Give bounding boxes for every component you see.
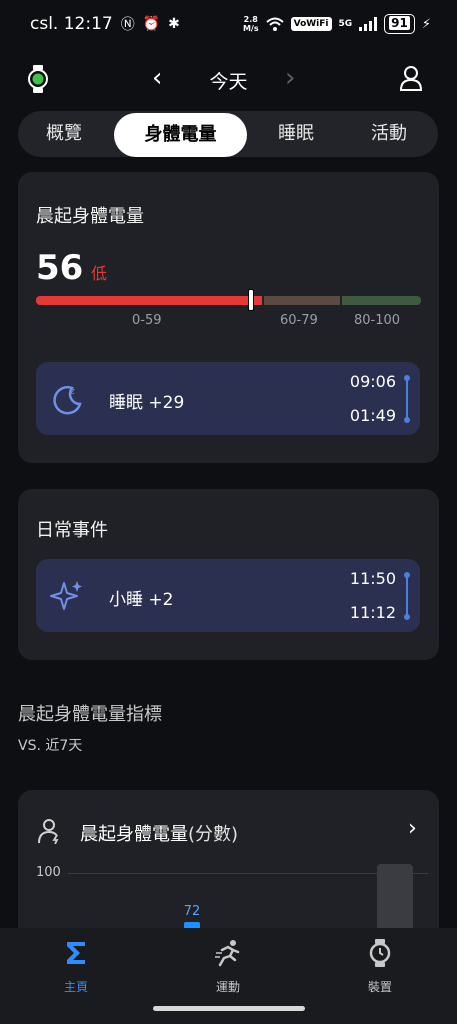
tab-overview[interactable]: 概覽 [18, 111, 110, 157]
range-label-low: 0-59 [132, 313, 162, 328]
sleep-end-time: 09:06 [349, 372, 396, 391]
nfc-icon: Ⓝ [120, 17, 135, 33]
profile-icon[interactable] [399, 65, 423, 91]
nav-home-label: 主頁 [63, 980, 88, 994]
section-title: 晨起身體電量指標 [18, 704, 162, 725]
bar-value-label: 72 [183, 904, 201, 919]
time-range-line [404, 375, 410, 423]
nap-start-time: 11:12 [349, 603, 396, 622]
signal-icon [359, 17, 378, 31]
speed-value: 2.8 [243, 15, 258, 24]
morning-battery-card: 晨起身體電量 56 低 0-59 60-79 80-100 z 睡眠 +29 0… [18, 172, 439, 463]
vowifi-badge: VoWiFi [290, 17, 332, 31]
nap-event-label: 小睡 +2 [109, 590, 174, 610]
network-type: 5G [338, 19, 353, 29]
section-subtitle: VS. 近7天 [18, 738, 83, 754]
app-header: ‹ 今天 › [0, 55, 457, 105]
nav-exercise-label: 運動 [215, 980, 240, 994]
body-battery-value: 56 [36, 248, 84, 288]
range-bar-high [342, 296, 421, 305]
tab-sleep[interactable]: 睡眠 [251, 111, 341, 157]
bluetooth-icon: ✱ [168, 16, 180, 32]
sleep-start-time: 01:49 [349, 406, 396, 425]
battery-indicator: 91 [384, 14, 415, 34]
charging-icon: ⚡ [421, 16, 431, 32]
home-indicator [153, 1006, 305, 1011]
page-title: 今天 [209, 71, 248, 93]
status-left: csl. 12:17 Ⓝ ⏰ ✱ [30, 14, 180, 34]
nap-end-time: 11:50 [349, 569, 396, 588]
home-sigma-icon [67, 942, 85, 964]
nav-device[interactable]: 裝置 [340, 938, 420, 995]
sleep-event[interactable]: z 睡眠 +29 09:06 01:49 [36, 362, 420, 435]
network-speed: 2.8 M/s [243, 15, 259, 33]
tab-activity[interactable]: 活動 [343, 111, 435, 157]
current-level-marker [248, 289, 254, 311]
sparkle-nap-icon [50, 581, 82, 610]
nav-home[interactable]: 主頁 [36, 938, 116, 995]
chevron-right-icon[interactable]: › [408, 816, 417, 841]
tab-body-battery[interactable]: 身體電量 [114, 113, 247, 157]
nav-device-label: 裝置 [367, 980, 392, 994]
range-label-high: 80-100 [354, 313, 401, 328]
nav-exercise[interactable]: 運動 [188, 938, 268, 995]
chart-title: 晨起身體電量(分數) [80, 824, 239, 845]
svg-text:z: z [70, 387, 75, 397]
range-bar-low [36, 296, 262, 305]
watch-device-icon [369, 939, 391, 967]
time-range-line [404, 572, 410, 620]
sleep-event-label: 睡眠 +29 [109, 393, 185, 413]
morning-battery-chart-card[interactable]: 晨起身體電量(分數) › 100 724856 [18, 790, 439, 950]
range-label-mid: 60-79 [280, 313, 318, 328]
card-title: 日常事件 [36, 520, 108, 541]
alarm-icon: ⏰ [142, 16, 161, 32]
range-bar-mid [264, 296, 340, 305]
card-title: 晨起身體電量 [36, 206, 144, 227]
status-bar: csl. 12:17 Ⓝ ⏰ ✱ 2.8 M/s VoWiFi 5G 91 ⚡ [0, 0, 457, 50]
running-icon [215, 940, 240, 967]
nap-event[interactable]: 小睡 +2 11:50 11:12 [36, 559, 420, 632]
grid-line [68, 873, 428, 874]
y-tick-100: 100 [36, 865, 61, 880]
wifi-icon [265, 17, 284, 31]
person-body-icon [38, 819, 59, 844]
daily-events-card: 日常事件 小睡 +2 11:50 11:12 [18, 489, 439, 660]
body-battery-level: 低 [91, 264, 108, 283]
moon-sleep-icon: z [53, 386, 82, 415]
carrier-time: csl. 12:17 [30, 14, 113, 34]
tab-bar: 概覽 身體電量 睡眠 活動 [18, 111, 438, 157]
status-right: 2.8 M/s VoWiFi 5G 91 ⚡ [243, 14, 431, 34]
chevron-right-icon[interactable]: › [285, 63, 295, 93]
speed-unit: M/s [242, 24, 259, 33]
